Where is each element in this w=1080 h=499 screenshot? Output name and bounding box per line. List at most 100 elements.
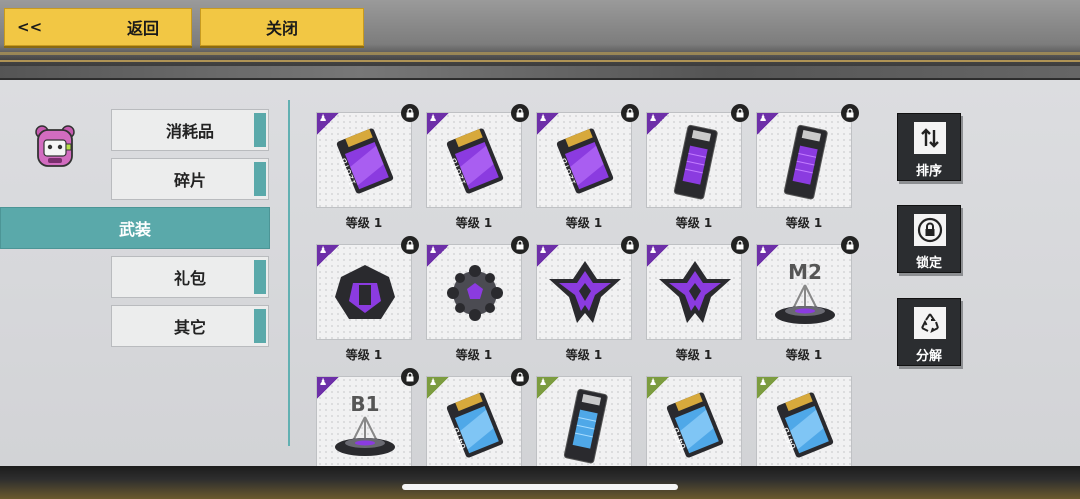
sort-arrows-icon bbox=[914, 122, 946, 154]
lock-icon bbox=[511, 236, 529, 254]
lock-icon bbox=[731, 236, 749, 254]
category-label: 消耗品 bbox=[165, 122, 214, 141]
inventory-item[interactable]: M2 ♟ 等级 1 bbox=[756, 236, 859, 363]
rarity-purple-badge: ♟ bbox=[427, 113, 449, 135]
item-card[interactable]: ♟ bbox=[426, 236, 529, 340]
item-card[interactable]: 128TB ♟ bbox=[536, 104, 639, 208]
user-icon: ♟ bbox=[649, 246, 658, 256]
inventory-item[interactable]: ♟ 等级 1 bbox=[756, 104, 859, 231]
rarity-green-badge: ♟ bbox=[537, 377, 559, 399]
back-arrows-icon: << bbox=[17, 18, 43, 36]
inventory-item[interactable]: B1 ♟ bbox=[316, 368, 419, 478]
inventory-item[interactable]: 64TB ♟ bbox=[646, 376, 742, 478]
category-fragments[interactable]: 碎片 bbox=[111, 158, 269, 200]
item-card[interactable]: ♟ bbox=[646, 236, 749, 340]
back-button-label: 返回 bbox=[126, 19, 159, 38]
item-card[interactable]: ♟ bbox=[756, 104, 859, 208]
rarity-purple-badge: ♟ bbox=[317, 245, 339, 267]
inventory-item[interactable]: 128TB ♟ 等级 1 bbox=[426, 104, 529, 231]
item-card[interactable]: 64TB ♟ bbox=[426, 368, 529, 472]
user-icon: ♟ bbox=[319, 114, 328, 124]
inventory-item[interactable]: ♟ 等级 1 bbox=[536, 236, 639, 363]
inventory-item[interactable]: 128TB ♟ 等级 1 bbox=[316, 104, 419, 231]
lock-icon bbox=[401, 104, 419, 122]
category-label: 其它 bbox=[173, 318, 206, 337]
user-icon: ♟ bbox=[759, 378, 768, 388]
user-icon: ♟ bbox=[539, 114, 548, 124]
item-card[interactable]: 64TB ♟ bbox=[646, 376, 742, 472]
user-icon: ♟ bbox=[319, 246, 328, 256]
inventory-item[interactable]: ♟ 等级 1 bbox=[646, 236, 749, 363]
item-card[interactable]: 128TB ♟ bbox=[426, 104, 529, 208]
rarity-purple-badge: ♟ bbox=[537, 113, 559, 135]
category-armament[interactable]: 武装 bbox=[0, 207, 270, 249]
mascot-avatar-icon bbox=[35, 125, 75, 167]
item-level: 等级 1 bbox=[345, 216, 383, 230]
lock-icon bbox=[914, 214, 946, 246]
inventory-item[interactable]: ♟ 等级 1 bbox=[646, 104, 749, 231]
gold-stripe bbox=[0, 52, 1080, 55]
item-level: 等级 1 bbox=[565, 348, 603, 362]
header-band bbox=[0, 66, 1080, 78]
rarity-purple-badge: ♟ bbox=[427, 245, 449, 267]
item-level: 等级 1 bbox=[785, 216, 823, 230]
item-card[interactable]: B1 ♟ bbox=[316, 368, 419, 472]
category-label: 碎片 bbox=[173, 171, 206, 190]
lock-icon bbox=[841, 104, 859, 122]
inventory-item[interactable]: 128TB ♟ 等级 1 bbox=[536, 104, 639, 231]
category-packs[interactable]: 礼包 bbox=[111, 256, 269, 298]
category-tab-marker bbox=[254, 113, 266, 147]
item-card[interactable]: 64TB ♟ bbox=[756, 376, 852, 472]
item-level: 等级 1 bbox=[675, 348, 713, 362]
item-card[interactable]: M2 ♟ bbox=[756, 236, 859, 340]
back-button[interactable]: << 返回 bbox=[4, 8, 192, 46]
lock-icon bbox=[511, 368, 529, 386]
inventory-item[interactable]: 64TB ♟ bbox=[426, 368, 529, 478]
category-tab-marker bbox=[254, 162, 266, 196]
lock-icon bbox=[621, 104, 639, 122]
user-icon: ♟ bbox=[759, 246, 768, 256]
category-tab-marker bbox=[254, 309, 266, 343]
inventory-item[interactable]: ♟ bbox=[536, 376, 632, 478]
lock-icon bbox=[401, 236, 419, 254]
sort-button[interactable]: 排序 bbox=[897, 113, 961, 181]
user-icon: ♟ bbox=[429, 114, 438, 124]
rarity-green-badge: ♟ bbox=[427, 377, 449, 399]
home-indicator[interactable] bbox=[402, 484, 678, 490]
item-level: 等级 1 bbox=[455, 348, 493, 362]
close-button[interactable]: 关闭 bbox=[200, 8, 364, 46]
lock-icon bbox=[621, 236, 639, 254]
item-card[interactable]: ♟ bbox=[536, 376, 632, 472]
rarity-purple-badge: ♟ bbox=[647, 245, 669, 267]
user-icon: ♟ bbox=[649, 114, 658, 124]
lock-icon bbox=[401, 368, 419, 386]
item-level: 等级 1 bbox=[675, 216, 713, 230]
item-card[interactable]: ♟ bbox=[316, 236, 419, 340]
dismantle-button[interactable]: 分解 bbox=[897, 298, 961, 366]
item-card[interactable]: ♟ bbox=[646, 104, 749, 208]
inventory-item[interactable]: ♟ 等级 1 bbox=[316, 236, 419, 363]
rarity-purple-badge: ♟ bbox=[757, 113, 779, 135]
user-icon: ♟ bbox=[429, 378, 438, 388]
rarity-green-badge: ♟ bbox=[647, 377, 669, 399]
inventory-item[interactable]: ♟ 等级 1 bbox=[426, 236, 529, 363]
bottom-bar bbox=[0, 466, 1080, 499]
category-tab-marker bbox=[254, 260, 266, 294]
item-card[interactable]: 128TB ♟ bbox=[316, 104, 419, 208]
user-icon: ♟ bbox=[319, 378, 328, 388]
close-button-label: 关闭 bbox=[265, 19, 298, 38]
category-others[interactable]: 其它 bbox=[111, 305, 269, 347]
item-level: 等级 1 bbox=[785, 348, 823, 362]
user-icon: ♟ bbox=[539, 378, 548, 388]
lock-button[interactable]: 锁定 bbox=[897, 205, 961, 273]
svg-text:B1: B1 bbox=[350, 392, 379, 416]
recycle-icon bbox=[914, 307, 946, 339]
category-consumables[interactable]: 消耗品 bbox=[111, 109, 269, 151]
item-level: 等级 1 bbox=[455, 216, 493, 230]
rarity-purple-badge: ♟ bbox=[317, 377, 339, 399]
rarity-purple-badge: ♟ bbox=[757, 245, 779, 267]
category-label: 礼包 bbox=[173, 269, 206, 288]
inventory-item[interactable]: 64TB ♟ bbox=[756, 376, 852, 478]
rarity-purple-badge: ♟ bbox=[537, 245, 559, 267]
item-card[interactable]: ♟ bbox=[536, 236, 639, 340]
